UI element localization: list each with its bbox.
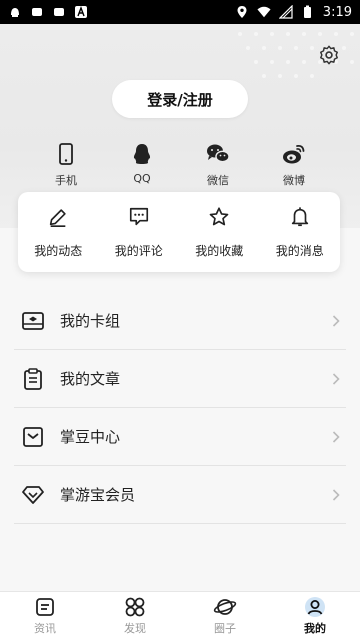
menu-item-articles[interactable]: 我的文章 xyxy=(14,350,346,408)
tab-circle-label: 圈子 xyxy=(214,621,236,635)
tab-circle[interactable]: 圈子 xyxy=(195,596,255,636)
qq-icon xyxy=(132,142,152,166)
login-wechat-label: 微信 xyxy=(207,174,229,187)
login-weibo-label: 微博 xyxy=(283,174,305,187)
menu-item-label: 我的文章 xyxy=(60,370,121,388)
star-icon xyxy=(208,206,230,232)
login-weibo[interactable]: 微博 xyxy=(269,142,319,188)
login-register-button[interactable]: 登录/注册 xyxy=(112,80,248,118)
profile-icon xyxy=(304,596,326,618)
tab-profile-label: 我的 xyxy=(304,621,326,635)
my-comments-button[interactable]: 我的评论 xyxy=(104,206,174,259)
menu-item-label: 掌豆中心 xyxy=(60,428,121,446)
social-login-list: 手机 QQ 微信 微博 xyxy=(0,142,360,188)
comment-icon xyxy=(128,206,150,232)
article-icon xyxy=(20,366,46,392)
login-phone-label: 手机 xyxy=(55,174,77,187)
profile-menu-list: 我的卡组 我的文章 掌豆中心 掌游宝会员 xyxy=(14,292,346,524)
signal-icon xyxy=(278,5,293,19)
status-left xyxy=(8,5,88,19)
pencil-icon xyxy=(47,206,69,232)
tab-news[interactable]: 资讯 xyxy=(15,596,75,636)
notification-icon xyxy=(8,5,22,19)
diamond-icon xyxy=(20,482,46,508)
chevron-right-icon xyxy=(330,372,342,385)
status-time: 3:19 xyxy=(322,4,352,20)
phone-icon xyxy=(59,142,73,166)
wechat-icon xyxy=(206,142,230,166)
quick-actions-card: 我的动态 我的评论 我的收藏 我的消息 xyxy=(18,192,340,272)
bell-icon xyxy=(289,206,311,232)
my-favorites-label: 我的收藏 xyxy=(195,243,244,258)
tab-discover[interactable]: 发现 xyxy=(105,596,165,636)
a-badge-icon xyxy=(74,5,88,19)
my-messages-button[interactable]: 我的消息 xyxy=(265,206,335,259)
settings-gear-icon[interactable] xyxy=(318,44,340,66)
circle-icon xyxy=(213,596,237,618)
tab-news-label: 资讯 xyxy=(34,621,56,635)
app-notification-icon xyxy=(52,5,66,19)
news-icon xyxy=(35,596,55,618)
status-right: 3:19 xyxy=(235,5,352,20)
login-phone[interactable]: 手机 xyxy=(41,142,91,188)
status-bar: 3:19 xyxy=(0,0,360,24)
menu-item-label: 我的卡组 xyxy=(60,312,121,330)
tab-profile[interactable]: 我的 xyxy=(285,596,345,636)
chevron-right-icon xyxy=(330,430,342,443)
app-notification-icon xyxy=(30,5,44,19)
discover-icon xyxy=(124,596,146,618)
menu-item-label: 掌游宝会员 xyxy=(60,486,136,504)
my-favorites-button[interactable]: 我的收藏 xyxy=(184,206,254,259)
battery-icon xyxy=(301,5,315,19)
menu-item-membership[interactable]: 掌游宝会员 xyxy=(14,466,346,524)
my-posts-button[interactable]: 我的动态 xyxy=(23,206,93,259)
card-group-icon xyxy=(20,308,46,334)
menu-item-bean-center[interactable]: 掌豆中心 xyxy=(14,408,346,466)
chevron-right-icon xyxy=(330,314,342,327)
login-wechat[interactable]: 微信 xyxy=(193,142,243,188)
my-comments-label: 我的评论 xyxy=(114,243,163,258)
weibo-icon xyxy=(282,142,306,166)
wifi-icon xyxy=(257,5,271,19)
my-posts-label: 我的动态 xyxy=(34,243,83,258)
menu-item-card-groups[interactable]: 我的卡组 xyxy=(14,292,346,350)
login-qq-label: QQ xyxy=(133,172,151,185)
location-icon xyxy=(235,5,249,19)
tab-discover-label: 发现 xyxy=(124,621,146,635)
my-messages-label: 我的消息 xyxy=(275,243,324,258)
login-qq[interactable]: QQ xyxy=(117,142,167,188)
bottom-navigation: 资讯 发现 圈子 我的 xyxy=(0,591,360,639)
bean-icon xyxy=(20,424,46,450)
chevron-right-icon xyxy=(330,488,342,501)
